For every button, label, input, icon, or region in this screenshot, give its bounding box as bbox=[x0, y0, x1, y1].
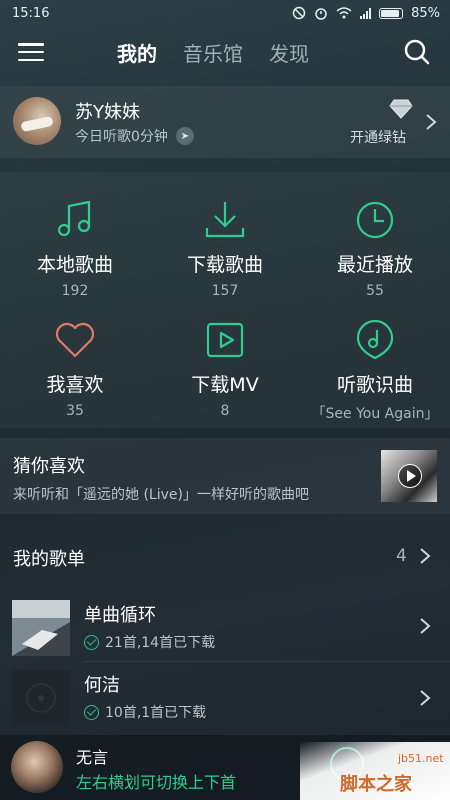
menu-icon[interactable] bbox=[18, 41, 44, 63]
top-nav: 我的 音乐馆 发现 bbox=[0, 26, 450, 78]
profile-name: 苏Y妹妹 bbox=[75, 102, 140, 123]
music-recognize-icon bbox=[356, 319, 394, 360]
avatar[interactable] bbox=[13, 97, 61, 145]
grid-count: 8 bbox=[220, 403, 230, 419]
grid-count: 「See You Again」 bbox=[311, 406, 439, 422]
signal-icon bbox=[360, 7, 372, 19]
downloaded-check-icon bbox=[84, 704, 99, 720]
main-tabs: 我的 音乐馆 发现 bbox=[117, 38, 309, 67]
guess-title: 猜你喜欢 bbox=[13, 456, 85, 477]
listen-time: 今日听歌0分钟 bbox=[75, 129, 168, 145]
grid-item-downloaded-mv[interactable]: 下载MV 8 bbox=[150, 318, 300, 419]
grid-item-favorites[interactable]: 我喜欢 35 bbox=[0, 318, 150, 419]
rocket-icon[interactable]: ➤ bbox=[175, 127, 194, 145]
playlist-name: 何洁 bbox=[84, 675, 120, 696]
grid-label: 最近播放 bbox=[336, 254, 413, 276]
grid-label: 本地歌曲 bbox=[36, 254, 113, 276]
playlist-cover bbox=[12, 670, 70, 726]
downloaded-check-icon bbox=[84, 634, 99, 650]
status-time: 15:16 bbox=[12, 5, 50, 21]
player-album-art[interactable] bbox=[11, 741, 63, 793]
playlist-row[interactable]: 单曲循环 21首,14首已下载 bbox=[0, 592, 450, 662]
grid-label: 我喜欢 bbox=[46, 374, 104, 396]
grid-count: 192 bbox=[61, 283, 89, 299]
watermark-url: jb51.net bbox=[398, 752, 444, 765]
watermark-text: 脚本之家 bbox=[340, 774, 412, 795]
grid-item-recent-plays[interactable]: 最近播放 55 bbox=[300, 198, 450, 299]
playlist-row[interactable]: 何洁 10首,1首已下载 bbox=[0, 662, 450, 732]
play-icon[interactable] bbox=[398, 464, 422, 488]
playlist-meta-row: 21首,14首已下载 bbox=[84, 632, 215, 652]
playlists-title: 我的歌单 bbox=[13, 549, 85, 570]
battery-level: 85% bbox=[411, 5, 440, 21]
battery-icon bbox=[379, 7, 404, 19]
grid-item-downloaded-songs[interactable]: 下载歌曲 157 bbox=[150, 198, 300, 299]
vip-label[interactable]: 开通绿钻 bbox=[350, 127, 406, 147]
heart-icon bbox=[55, 322, 95, 358]
grid-count: 35 bbox=[66, 403, 84, 419]
status-icons: 85% bbox=[292, 6, 440, 21]
music-note-icon bbox=[57, 200, 91, 237]
guess-you-like[interactable]: 猜你喜欢 来听听和「遥远的她 (Live)」一样好听的歌曲吧 bbox=[0, 438, 450, 514]
library-grid: 本地歌曲 192 下载歌曲 157 最近播放 55 我喜欢 35 下载MV 8 … bbox=[0, 172, 450, 428]
playlist-name: 单曲循环 bbox=[84, 605, 156, 626]
grid-count: 55 bbox=[366, 283, 384, 299]
tab-mine[interactable]: 我的 bbox=[117, 38, 157, 67]
video-play-icon bbox=[206, 322, 244, 358]
tab-music-hall[interactable]: 音乐馆 bbox=[183, 38, 243, 67]
grid-label: 听歌识曲 bbox=[336, 374, 413, 396]
wifi-icon bbox=[336, 7, 352, 19]
playlist-meta-row: 10首,1首已下载 bbox=[84, 702, 206, 722]
playlists-count: 4 bbox=[396, 546, 407, 566]
player-song-title: 无言 bbox=[76, 748, 109, 767]
playlist-meta: 21首,14首已下载 bbox=[105, 635, 216, 651]
profile-card[interactable]: 苏Y妹妹 今日听歌0分钟 ➤ 开通绿钻 bbox=[0, 86, 450, 158]
do-not-disturb-icon bbox=[292, 6, 306, 20]
player-swipe-hint: 左右横划可切换上下首 bbox=[76, 773, 237, 792]
chevron-right-icon bbox=[420, 618, 431, 634]
diamond-icon bbox=[389, 99, 413, 119]
playlists-header[interactable]: 我的歌单 4 bbox=[0, 528, 450, 584]
listen-time-row: 今日听歌0分钟 ➤ bbox=[75, 126, 194, 146]
grid-item-music-recognize[interactable]: 听歌识曲 「See You Again」 bbox=[300, 318, 450, 423]
playlist-meta: 10首,1首已下载 bbox=[105, 705, 207, 721]
grid-label: 下载歌曲 bbox=[186, 254, 263, 276]
grid-label: 下载MV bbox=[191, 374, 259, 396]
chevron-right-icon bbox=[420, 548, 431, 564]
status-bar: 15:16 85% bbox=[0, 0, 450, 26]
clock-icon bbox=[356, 201, 394, 239]
chevron-right-icon bbox=[420, 690, 431, 706]
grid-count: 157 bbox=[211, 283, 239, 299]
chevron-right-icon bbox=[426, 114, 437, 130]
guess-subtitle: 来听听和「遥远的她 (Live)」一样好听的歌曲吧 bbox=[13, 487, 309, 503]
tab-discover[interactable]: 发现 bbox=[269, 38, 309, 67]
search-icon[interactable] bbox=[403, 38, 431, 66]
download-icon bbox=[205, 202, 245, 238]
playlist-cover bbox=[12, 600, 70, 656]
grid-item-local-songs[interactable]: 本地歌曲 192 bbox=[0, 198, 150, 299]
alarm-icon bbox=[315, 8, 327, 20]
